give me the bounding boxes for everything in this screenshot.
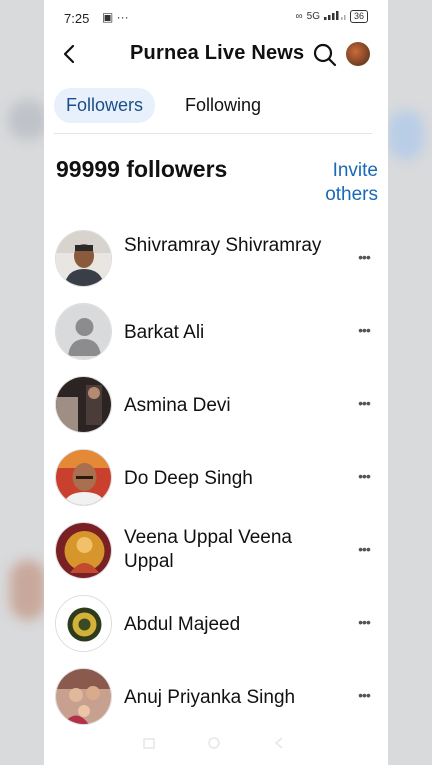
network-label: 5G — [306, 11, 320, 22]
followers-list: Shivramray Shivramray ••• Barkat Ali ••• — [44, 224, 388, 735]
more-options-button[interactable]: ••• — [352, 250, 376, 266]
status-bar: 7:25 ▣ ··· ∞ 5G 36 — [44, 0, 388, 34]
list-item[interactable]: Barkat Ali ••• — [44, 297, 388, 370]
more-options-button[interactable]: ••• — [352, 688, 376, 704]
back-arrow-icon — [63, 44, 75, 64]
profile-avatar[interactable] — [346, 42, 370, 66]
follower-name[interactable]: Abdul Majeed — [124, 613, 334, 637]
follower-name[interactable]: Shivramray Shivramray — [124, 234, 334, 258]
search-button[interactable] — [312, 42, 338, 68]
avatar[interactable] — [55, 449, 112, 506]
follower-name[interactable]: Do Deep Singh — [124, 467, 334, 491]
follower-name[interactable]: Barkat Ali — [124, 321, 334, 345]
back-button[interactable] — [56, 40, 84, 68]
more-options-button[interactable]: ••• — [352, 396, 376, 412]
list-item[interactable]: Do Deep Singh ••• — [44, 443, 388, 516]
signal-icon — [323, 10, 346, 23]
tab-bar: Followers Following — [54, 88, 273, 123]
status-time: 7:25 — [64, 11, 90, 26]
more-options-button[interactable]: ••• — [352, 469, 376, 485]
search-icon — [313, 43, 337, 67]
list-item[interactable]: Asmina Devi ••• — [44, 370, 388, 443]
more-options-button[interactable]: ••• — [352, 542, 376, 558]
divider — [54, 133, 372, 134]
list-item[interactable]: Shivramray Shivramray ••• — [44, 224, 388, 297]
follower-name[interactable]: Anuj Priyanka Singh — [124, 686, 334, 710]
page-title: Purnea Live News — [130, 42, 305, 64]
invite-others-link[interactable]: Invite others — [298, 159, 378, 207]
link-icon: ∞ — [295, 11, 303, 22]
list-item[interactable]: Veena Uppal Veena Uppal ••• — [44, 516, 388, 589]
battery-icon: 36 — [349, 10, 368, 23]
app-screen: 7:25 ▣ ··· ∞ 5G 36 Purnea Live News Foll… — [44, 0, 388, 765]
more-options-button[interactable]: ••• — [352, 615, 376, 631]
background-blur — [10, 560, 46, 620]
follower-name[interactable]: Veena Uppal Veena Uppal — [124, 526, 334, 574]
follower-name[interactable]: Asmina Devi — [124, 394, 334, 418]
header: Purnea Live News — [44, 34, 388, 76]
avatar[interactable] — [55, 668, 112, 725]
followers-count: 99999 followers — [56, 156, 228, 182]
avatar[interactable] — [55, 522, 112, 579]
tab-followers[interactable]: Followers — [54, 88, 156, 123]
avatar[interactable] — [55, 303, 112, 360]
more-options-button[interactable]: ••• — [352, 323, 376, 339]
background-blur — [8, 100, 48, 140]
background-blur — [388, 110, 424, 160]
list-item[interactable]: Anuj Priyanka Singh ••• — [44, 662, 388, 735]
navigation-bar — [134, 736, 284, 750]
tab-following[interactable]: Following — [173, 88, 273, 123]
list-item[interactable]: Abdul Majeed ••• — [44, 589, 388, 662]
avatar[interactable] — [55, 376, 112, 433]
avatar[interactable] — [55, 595, 112, 652]
avatar[interactable] — [55, 230, 112, 287]
notification-icons: ▣ ··· — [102, 10, 129, 24]
status-right: ∞ 5G 36 — [295, 10, 368, 23]
battery-level: 36 — [353, 11, 364, 21]
